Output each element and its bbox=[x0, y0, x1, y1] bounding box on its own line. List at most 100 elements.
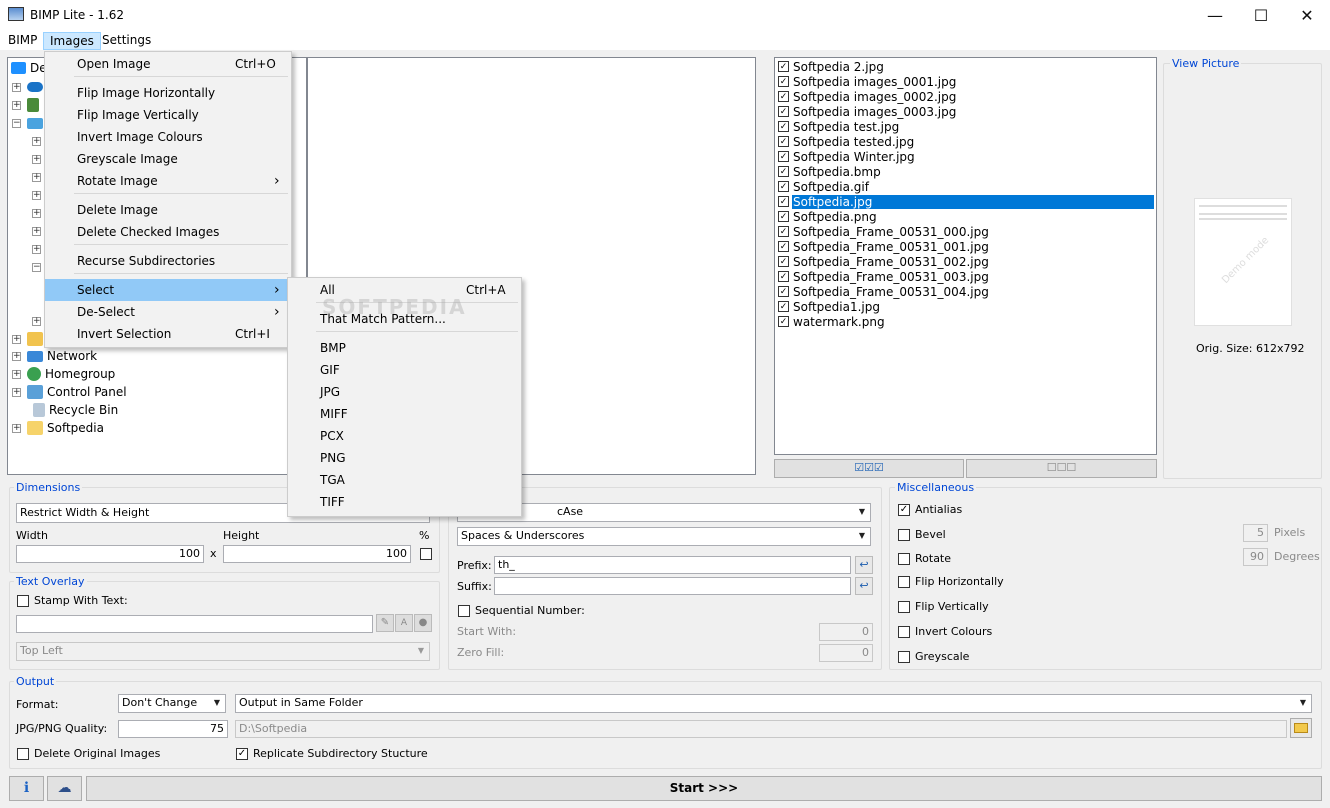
file-checkbox[interactable]: ✓ bbox=[778, 136, 789, 147]
file-list-item[interactable]: ✓ Softpedia.gif bbox=[778, 179, 1156, 194]
flip-h-checkbox[interactable] bbox=[898, 576, 910, 588]
start-button[interactable]: Start >>> bbox=[86, 776, 1322, 801]
file-list-item[interactable]: ✓ Softpedia images_0002.jpg bbox=[778, 89, 1156, 104]
about-button[interactable]: ☁ bbox=[47, 776, 82, 801]
expand-icon[interactable]: + bbox=[12, 387, 21, 397]
file-list-item[interactable]: ✓ Softpedia_Frame_00531_004.jpg bbox=[778, 284, 1156, 299]
delete-original-checkbox[interactable] bbox=[17, 748, 29, 760]
file-checkbox[interactable]: ✓ bbox=[778, 166, 789, 177]
file-list-item[interactable]: ✓ Softpedia images_0003.jpg bbox=[778, 104, 1156, 119]
file-list-item[interactable]: ✓ Softpedia tested.jpg bbox=[778, 134, 1156, 149]
replicate-subdir-checkbox[interactable]: ✓ bbox=[236, 748, 248, 760]
expand-icon[interactable]: + bbox=[32, 136, 41, 146]
suffix-input[interactable] bbox=[494, 577, 851, 595]
rotate-degrees-input[interactable]: 90 bbox=[1243, 548, 1268, 566]
stamp-text-input[interactable] bbox=[16, 615, 373, 633]
tree-item-homegroup[interactable]: + Homegroup bbox=[12, 365, 115, 383]
file-list-item[interactable]: ✓ Softpedia test.jpg bbox=[778, 119, 1156, 134]
start-with-input[interactable]: 0 bbox=[819, 623, 873, 641]
file-list-item[interactable]: ✓ Softpedia_Frame_00531_003.jpg bbox=[778, 269, 1156, 284]
flip-v-checkbox[interactable] bbox=[898, 601, 910, 613]
collapse-icon[interactable]: − bbox=[32, 262, 41, 272]
images-menu-item-flip-image-vertically[interactable]: Flip Image Vertically bbox=[45, 104, 291, 126]
expand-icon[interactable]: + bbox=[32, 190, 41, 200]
stamp-position-select[interactable]: Top Left ▼ bbox=[16, 642, 430, 661]
prefix-input[interactable]: th_ bbox=[494, 556, 851, 574]
file-checkbox[interactable]: ✓ bbox=[778, 196, 789, 207]
images-menu-item-delete-image[interactable]: Delete Image bbox=[45, 199, 291, 221]
expand-icon[interactable]: + bbox=[12, 351, 21, 361]
format-select[interactable]: Don't Change ▼ bbox=[118, 694, 226, 713]
select-menu-item-png[interactable]: PNG bbox=[288, 447, 521, 469]
invert-checkbox[interactable] bbox=[898, 626, 910, 638]
font-icon[interactable]: A bbox=[395, 614, 413, 632]
images-menu-item-invert-selection[interactable]: Invert Selection Ctrl+I bbox=[45, 323, 291, 345]
select-menu-item-jpg[interactable]: JPG bbox=[288, 381, 521, 403]
images-menu-item-greyscale-image[interactable]: Greyscale Image bbox=[45, 148, 291, 170]
file-list-item[interactable]: ✓ watermark.png bbox=[778, 314, 1156, 329]
file-checkbox[interactable]: ✓ bbox=[778, 301, 789, 312]
tree-item-softpedia[interactable]: + Softpedia bbox=[12, 419, 104, 437]
antialias-checkbox[interactable]: ✓ bbox=[898, 504, 910, 516]
minimize-button[interactable]: — bbox=[1192, 0, 1238, 30]
file-list-item[interactable]: ✓ Softpedia_Frame_00531_001.jpg bbox=[778, 239, 1156, 254]
file-list-item[interactable]: ✓ Softpedia Winter.jpg bbox=[778, 149, 1156, 164]
tree-item-recycle-bin[interactable]: Recycle Bin bbox=[27, 401, 118, 419]
file-checkbox[interactable]: ✓ bbox=[778, 76, 789, 87]
file-checkbox[interactable]: ✓ bbox=[778, 91, 789, 102]
file-checkbox[interactable]: ✓ bbox=[778, 271, 789, 282]
expand-icon[interactable]: + bbox=[32, 154, 41, 164]
stamp-checkbox[interactable] bbox=[17, 595, 29, 607]
file-list-item[interactable]: ✓ Softpedia_Frame_00531_000.jpg bbox=[778, 224, 1156, 239]
menu-bimp[interactable]: BIMP bbox=[2, 32, 43, 50]
prefix-apply-icon[interactable]: ↩ bbox=[855, 556, 873, 574]
file-checkbox[interactable]: ✓ bbox=[778, 256, 789, 267]
expand-icon[interactable]: + bbox=[12, 334, 21, 344]
file-checkbox[interactable]: ✓ bbox=[778, 151, 789, 162]
file-list-item[interactable]: ✓ Softpedia.jpg bbox=[778, 194, 1156, 209]
greyscale-checkbox[interactable] bbox=[898, 651, 910, 663]
expand-icon[interactable]: + bbox=[32, 226, 41, 236]
tree-item-control-panel[interactable]: + Control Panel bbox=[12, 383, 127, 401]
check-all-button[interactable]: ☑☑☑ bbox=[774, 459, 964, 478]
file-list-item[interactable]: ✓ Softpedia images_0001.jpg bbox=[778, 74, 1156, 89]
file-list-item[interactable]: ✓ Softpedia.bmp bbox=[778, 164, 1156, 179]
paste-icon[interactable]: ✎ bbox=[376, 614, 394, 632]
color-icon[interactable]: ● bbox=[414, 614, 432, 632]
file-checkbox[interactable]: ✓ bbox=[778, 106, 789, 117]
select-menu-item-pcx[interactable]: PCX bbox=[288, 425, 521, 447]
info-button[interactable]: ℹ bbox=[9, 776, 44, 801]
images-menu-item-select[interactable]: Select › bbox=[45, 279, 291, 301]
file-list-item[interactable]: ✓ Softpedia1.jpg bbox=[778, 299, 1156, 314]
expand-icon[interactable]: + bbox=[32, 208, 41, 218]
suffix-apply-icon[interactable]: ↩ bbox=[855, 577, 873, 595]
width-input[interactable]: 100 bbox=[16, 545, 204, 563]
images-menu-item-de-select[interactable]: De-Select › bbox=[45, 301, 291, 323]
images-menu-item-rotate-image[interactable]: Rotate Image › bbox=[45, 170, 291, 192]
quality-input[interactable]: 75 bbox=[118, 720, 228, 738]
file-checkbox[interactable]: ✓ bbox=[778, 226, 789, 237]
uncheck-all-button[interactable]: ☐☐☐ bbox=[966, 459, 1157, 478]
select-menu-item-tga[interactable]: TGA bbox=[288, 469, 521, 491]
select-menu-item-tiff[interactable]: TIFF bbox=[288, 491, 521, 513]
images-menu-item-delete-checked-images[interactable]: Delete Checked Images bbox=[45, 221, 291, 243]
expand-icon[interactable]: + bbox=[12, 100, 21, 110]
rotate-checkbox[interactable] bbox=[898, 553, 910, 565]
file-list-item[interactable]: ✓ Softpedia.png bbox=[778, 209, 1156, 224]
maximize-button[interactable]: ☐ bbox=[1238, 0, 1284, 30]
images-menu-item-flip-image-horizontally[interactable]: Flip Image Horizontally bbox=[45, 82, 291, 104]
expand-icon[interactable]: + bbox=[12, 369, 21, 379]
expand-icon[interactable]: + bbox=[32, 172, 41, 182]
output-folder-select[interactable]: Output in Same Folder ▼ bbox=[235, 694, 1312, 713]
percent-checkbox[interactable] bbox=[420, 548, 432, 560]
select-menu-item-bmp[interactable]: BMP bbox=[288, 337, 521, 359]
bevel-checkbox[interactable] bbox=[898, 529, 910, 541]
file-list-item[interactable]: ✓ Softpedia 2.jpg bbox=[778, 59, 1156, 74]
images-menu-item-open-image[interactable]: Open Image Ctrl+O bbox=[45, 53, 291, 75]
spaces-select[interactable]: Spaces & Underscores ▼ bbox=[457, 527, 871, 546]
images-menu-item-recurse-subdirectories[interactable]: Recurse Subdirectories bbox=[45, 250, 291, 272]
bevel-pixels-input[interactable]: 5 bbox=[1243, 524, 1268, 542]
select-menu-item-gif[interactable]: GIF bbox=[288, 359, 521, 381]
expand-icon[interactable]: + bbox=[12, 82, 21, 92]
expand-icon[interactable]: + bbox=[32, 244, 41, 254]
